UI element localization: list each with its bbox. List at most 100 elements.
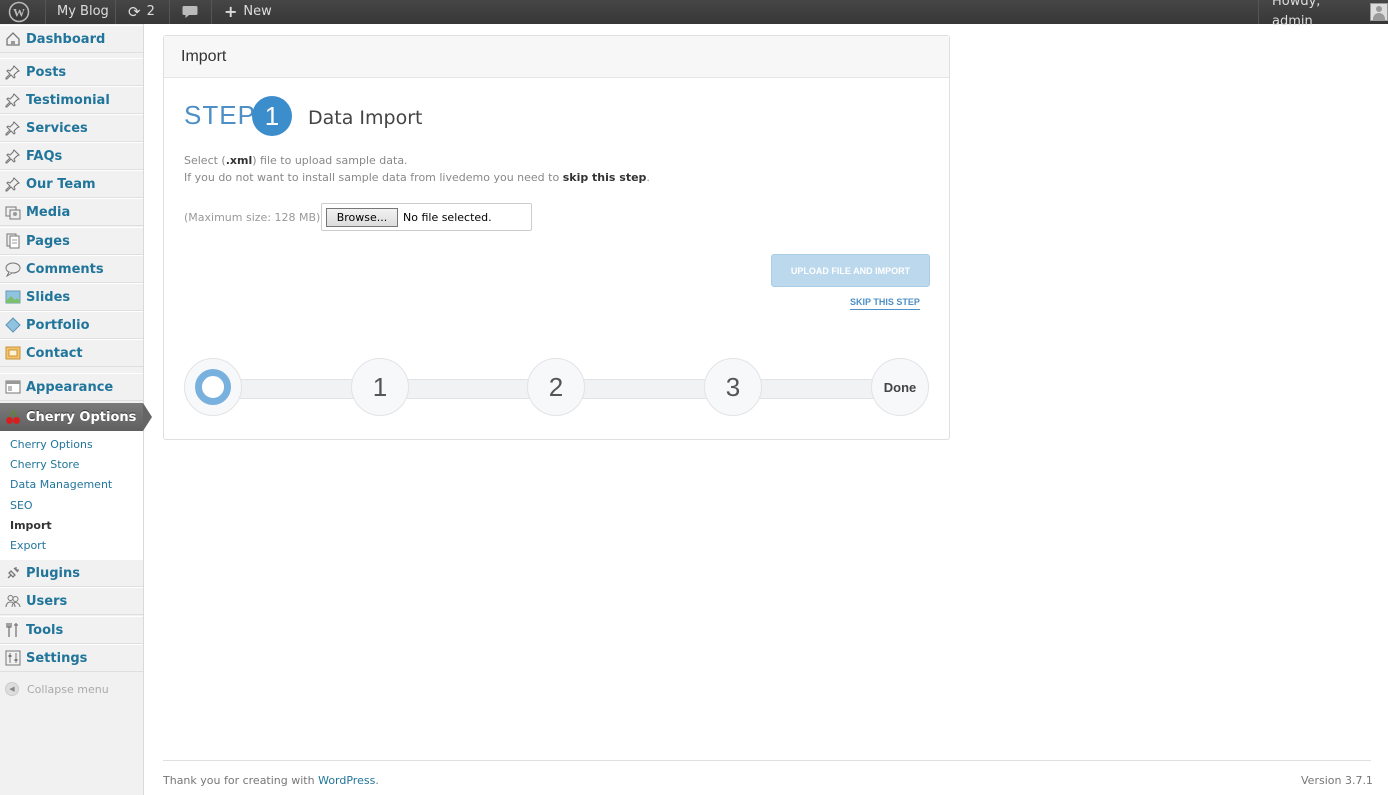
- updates-link[interactable]: ⟳ 2: [128, 0, 155, 24]
- progress-node-current: [184, 358, 242, 416]
- pin-icon: [5, 92, 21, 108]
- plugins-icon: [5, 565, 21, 581]
- step-word: STEP: [184, 100, 256, 130]
- portfolio-icon: [5, 317, 21, 333]
- sidebar-item-media[interactable]: Media: [0, 198, 143, 226]
- browse-button[interactable]: Browse...: [326, 208, 398, 227]
- refresh-icon: ⟳: [128, 3, 141, 21]
- submenu-item-import[interactable]: Import: [10, 519, 52, 532]
- settings-icon: [5, 650, 21, 666]
- sidebar-item-contact[interactable]: Contact: [0, 339, 143, 367]
- admin-bar: W My Blog ⟳ 2 + New Howdy, admin: [0, 0, 1388, 29]
- comment-bubble-icon: [182, 6, 198, 18]
- sidebar-item-label: FAQs: [26, 148, 63, 164]
- sidebar-item-label: Cherry Options: [26, 409, 137, 425]
- pin-icon: [5, 148, 21, 164]
- plus-icon: +: [224, 2, 238, 21]
- description-line-2: If you do not want to install sample dat…: [184, 171, 650, 184]
- updates-count: 2: [146, 4, 155, 19]
- svg-text:W: W: [13, 6, 25, 20]
- sidebar-item-services[interactable]: Services: [0, 114, 143, 142]
- my-account-link[interactable]: Howdy, admin: [1272, 0, 1388, 29]
- avatar: [1370, 3, 1388, 21]
- sidebar-item-dashboard[interactable]: Dashboard: [0, 25, 143, 53]
- max-upload-size: (Maximum size: 128 MB): [184, 211, 321, 224]
- sidebar-item-label: Appearance: [26, 379, 114, 395]
- cherry-options-submenu: Cherry Options Cherry Store Data Managem…: [0, 431, 143, 560]
- upload-file-and-import-button[interactable]: UPLOAD FILE AND IMPORT: [771, 254, 930, 287]
- sidebar-item-label: Our Team: [26, 176, 96, 192]
- submenu-item-cherry-store[interactable]: Cherry Store: [10, 458, 79, 471]
- sidebar-item-label: Comments: [26, 261, 104, 277]
- sidebar-item-label: Contact: [26, 345, 83, 361]
- slides-icon: [5, 289, 21, 305]
- sidebar-item-comments[interactable]: Comments: [0, 255, 143, 283]
- appearance-icon: [5, 379, 21, 395]
- sidebar-item-tools[interactable]: Tools: [0, 616, 143, 644]
- footer-version: Version 3.7.1: [1301, 774, 1373, 787]
- site-name-link[interactable]: My Blog: [57, 0, 109, 24]
- new-label: New: [243, 4, 272, 19]
- step-title: Data Import: [308, 107, 423, 129]
- sidebar-item-faqs[interactable]: FAQs: [0, 142, 143, 170]
- sidebar-item-label: Dashboard: [26, 31, 106, 47]
- admin-sidebar: Dashboard Posts Testimonial Services FAQ…: [0, 24, 152, 795]
- progress-node-1: 1: [351, 358, 409, 416]
- current-menu-arrow: [143, 403, 152, 431]
- sidebar-item-label: Media: [26, 204, 71, 220]
- progress-node-2: 2: [527, 358, 585, 416]
- sidebar-item-users[interactable]: Users: [0, 587, 143, 615]
- file-input[interactable]: Browse... No file selected.: [321, 203, 532, 231]
- sidebar-item-label: Testimonial: [26, 92, 110, 108]
- collapse-menu-label: Collapse menu: [27, 682, 109, 696]
- wordpress-logo-icon[interactable]: W: [8, 0, 30, 24]
- skip-this-step-link[interactable]: SKIP THIS STEP: [850, 297, 920, 310]
- sidebar-item-cherry-options[interactable]: Cherry Options: [0, 403, 143, 431]
- sidebar-item-label: Tools: [26, 622, 64, 638]
- sidebar-item-our-team[interactable]: Our Team: [0, 170, 143, 198]
- sidebar-item-label: Portfolio: [26, 317, 90, 333]
- howdy-text: Howdy, admin: [1272, 0, 1321, 29]
- submenu-item-cherry-options[interactable]: Cherry Options: [10, 438, 93, 451]
- sidebar-item-plugins[interactable]: Plugins: [0, 559, 143, 587]
- sidebar-item-label: Services: [26, 120, 88, 136]
- new-content-link[interactable]: + New: [224, 0, 272, 24]
- submenu-item-seo[interactable]: SEO: [10, 499, 33, 512]
- dashboard-icon: [5, 31, 21, 47]
- current-step-ring-icon: [195, 369, 231, 405]
- sidebar-item-testimonial[interactable]: Testimonial: [0, 86, 143, 114]
- pages-icon: [5, 233, 21, 249]
- sidebar-item-label: Users: [26, 593, 68, 609]
- pin-icon: [5, 176, 21, 192]
- pin-icon: [5, 120, 21, 136]
- cherry-icon: [5, 409, 21, 425]
- submenu-item-data-management[interactable]: Data Management: [10, 478, 112, 491]
- progress-node-3: 3: [704, 358, 762, 416]
- contact-icon: [5, 345, 21, 361]
- description-line-1: Select (.xml) file to upload sample data…: [184, 154, 408, 167]
- selected-file-name: No file selected.: [403, 211, 492, 224]
- sidebar-item-posts[interactable]: Posts: [0, 58, 143, 86]
- sidebar-item-label: Plugins: [26, 565, 80, 581]
- sidebar-item-label: Pages: [26, 233, 70, 249]
- sidebar-item-portfolio[interactable]: Portfolio: [0, 311, 143, 339]
- users-icon: [5, 593, 21, 609]
- collapse-arrow-icon: ◀: [5, 682, 19, 696]
- tools-icon: [5, 622, 21, 638]
- collapse-menu-button[interactable]: ◀ Collapse menu: [0, 676, 143, 702]
- submenu-item-export[interactable]: Export: [10, 539, 46, 552]
- comments-icon: [5, 261, 21, 277]
- sidebar-item-settings[interactable]: Settings: [0, 644, 143, 672]
- pin-icon: [5, 64, 21, 80]
- sidebar-item-appearance[interactable]: Appearance: [0, 373, 143, 401]
- wordpress-link[interactable]: WordPress: [318, 774, 375, 787]
- comments-bar-link[interactable]: [182, 0, 198, 24]
- sidebar-item-label: Posts: [26, 64, 67, 80]
- progress-node-done: Done: [871, 358, 929, 416]
- sidebar-item-pages[interactable]: Pages: [0, 227, 143, 255]
- import-panel: Import STEP 1 Data Import Select (.xml) …: [163, 35, 950, 440]
- step-number-badge: 1: [252, 96, 292, 136]
- sidebar-item-slides[interactable]: Slides: [0, 283, 143, 311]
- footer-thanks: Thank you for creating with WordPress.: [163, 774, 379, 787]
- sidebar-item-label: Slides: [26, 289, 71, 305]
